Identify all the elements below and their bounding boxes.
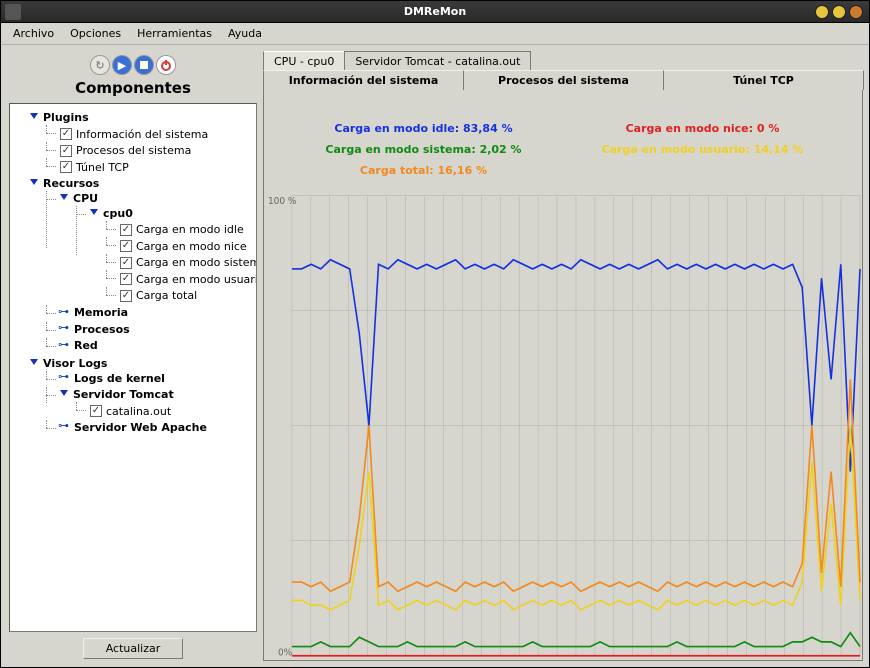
chart-panel: Carga en modo idle: 83,84 % Carga en mod… bbox=[263, 90, 863, 661]
tree-procesos[interactable]: Procesos bbox=[74, 323, 130, 336]
app-icon bbox=[5, 4, 21, 20]
expand-icon[interactable] bbox=[30, 359, 39, 368]
svg-text:0%: 0% bbox=[278, 647, 292, 658]
legend-sistema: Carga en modo sistema: 2,02 % bbox=[284, 139, 563, 160]
expand-icon[interactable] bbox=[30, 113, 39, 122]
checkbox[interactable] bbox=[120, 224, 132, 236]
checkbox[interactable] bbox=[60, 145, 72, 157]
tree-cpu0[interactable]: cpu0 bbox=[103, 207, 133, 220]
expand-icon[interactable] bbox=[60, 194, 69, 203]
tree-item[interactable]: Carga en modo usuario bbox=[136, 273, 257, 286]
cpu-chart: 100 % 0% bbox=[264, 191, 862, 660]
maximize-button[interactable] bbox=[832, 5, 846, 19]
expand-icon[interactable] bbox=[30, 179, 39, 188]
window-title: DMReMon bbox=[404, 5, 466, 18]
menu-archivo[interactable]: Archivo bbox=[7, 25, 60, 42]
toolbar: ↻ ▶ bbox=[9, 51, 257, 77]
component-tree[interactable]: Plugins Información del sistema Procesos… bbox=[14, 110, 252, 437]
tree-item[interactable]: Información del sistema bbox=[76, 128, 208, 141]
tree-red[interactable]: Red bbox=[74, 339, 98, 352]
tree-tomcat[interactable]: Servidor Tomcat bbox=[73, 388, 174, 401]
tree-item[interactable]: Carga total bbox=[136, 289, 197, 302]
tree-item[interactable]: Carga en modo nice bbox=[136, 240, 247, 253]
chart-legend: Carga en modo idle: 83,84 % Carga en mod… bbox=[264, 90, 862, 191]
sidebar-title: Componentes bbox=[9, 77, 257, 103]
tab-info-sistema[interactable]: Información del sistema bbox=[263, 70, 464, 90]
tree-item[interactable]: catalina.out bbox=[106, 405, 171, 418]
legend-total: Carga total: 16,16 % bbox=[284, 160, 563, 181]
tree-kernel[interactable]: Logs de kernel bbox=[74, 372, 165, 385]
tree-visorlogs[interactable]: Visor Logs bbox=[43, 357, 107, 370]
svg-text:100 %: 100 % bbox=[268, 196, 297, 207]
expand-icon[interactable] bbox=[90, 209, 99, 218]
tree-plugins[interactable]: Plugins bbox=[43, 111, 89, 124]
collapsed-icon[interactable] bbox=[60, 308, 70, 318]
menu-herramientas[interactable]: Herramientas bbox=[131, 25, 218, 42]
checkbox[interactable] bbox=[120, 273, 132, 285]
legend-usuario: Carga en modo usuario: 14,14 % bbox=[563, 139, 842, 160]
primary-tabs: CPU - cpu0 Servidor Tomcat - catalina.ou… bbox=[263, 51, 863, 71]
titlebar: DMReMon bbox=[1, 1, 869, 23]
close-button[interactable] bbox=[849, 5, 863, 19]
tree-item[interactable]: Carga en modo sistema bbox=[136, 256, 257, 269]
legend-nice: Carga en modo nice: 0 % bbox=[563, 118, 842, 139]
tree-apache[interactable]: Servidor Web Apache bbox=[74, 421, 207, 434]
tab-tomcat-log[interactable]: Servidor Tomcat - catalina.out bbox=[344, 51, 531, 71]
menubar: Archivo Opciones Herramientas Ayuda bbox=[1, 23, 869, 45]
minimize-button[interactable] bbox=[815, 5, 829, 19]
checkbox[interactable] bbox=[90, 405, 102, 417]
tree-recursos[interactable]: Recursos bbox=[43, 177, 99, 190]
collapsed-icon[interactable] bbox=[60, 324, 70, 334]
collapsed-icon[interactable] bbox=[60, 341, 70, 351]
tree-item[interactable]: Carga en modo idle bbox=[136, 223, 244, 236]
power-icon[interactable] bbox=[156, 55, 176, 75]
menu-opciones[interactable]: Opciones bbox=[64, 25, 127, 42]
tree-item[interactable]: Túnel TCP bbox=[76, 161, 129, 174]
secondary-tabs: Información del sistema Procesos del sis… bbox=[263, 70, 863, 90]
legend-idle: Carga en modo idle: 83,84 % bbox=[284, 118, 563, 139]
tab-procesos-sistema[interactable]: Procesos del sistema bbox=[463, 70, 664, 90]
refresh-icon[interactable]: ↻ bbox=[90, 55, 110, 75]
checkbox[interactable] bbox=[120, 257, 132, 269]
tab-cpu-cpu0[interactable]: CPU - cpu0 bbox=[263, 51, 345, 71]
checkbox[interactable] bbox=[120, 240, 132, 252]
update-button[interactable]: Actualizar bbox=[83, 638, 184, 659]
play-icon[interactable]: ▶ bbox=[112, 55, 132, 75]
tree-cpu[interactable]: CPU bbox=[73, 192, 98, 205]
expand-icon[interactable] bbox=[60, 390, 69, 399]
checkbox[interactable] bbox=[120, 290, 132, 302]
checkbox[interactable] bbox=[60, 128, 72, 140]
checkbox[interactable] bbox=[60, 161, 72, 173]
tree-item[interactable]: Procesos del sistema bbox=[76, 144, 191, 157]
tab-tunel-tcp[interactable]: Túnel TCP bbox=[663, 70, 864, 90]
menu-ayuda[interactable]: Ayuda bbox=[222, 25, 268, 42]
collapsed-icon[interactable] bbox=[60, 373, 70, 383]
tree-memoria[interactable]: Memoria bbox=[74, 306, 128, 319]
collapsed-icon[interactable] bbox=[60, 422, 70, 432]
stop-icon[interactable] bbox=[134, 55, 154, 75]
